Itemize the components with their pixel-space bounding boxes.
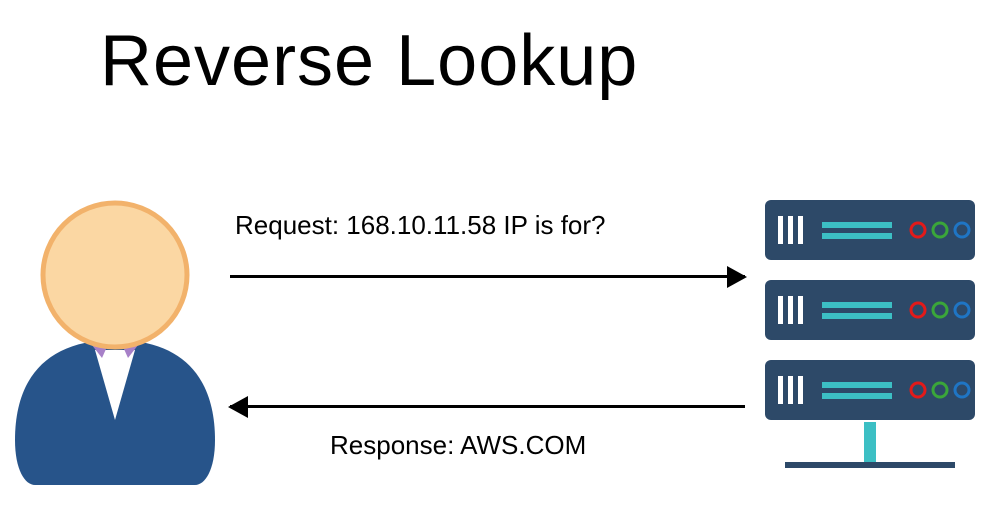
response-label: Response: AWS.COM [330,430,586,461]
diagram-title: Reverse Lookup [100,20,638,102]
response-arrow [230,405,745,408]
request-arrow [230,275,745,278]
server-stack-icon [760,200,980,505]
user-icon [10,190,220,495]
request-label: Request: 168.10.11.58 IP is for? [235,210,606,241]
